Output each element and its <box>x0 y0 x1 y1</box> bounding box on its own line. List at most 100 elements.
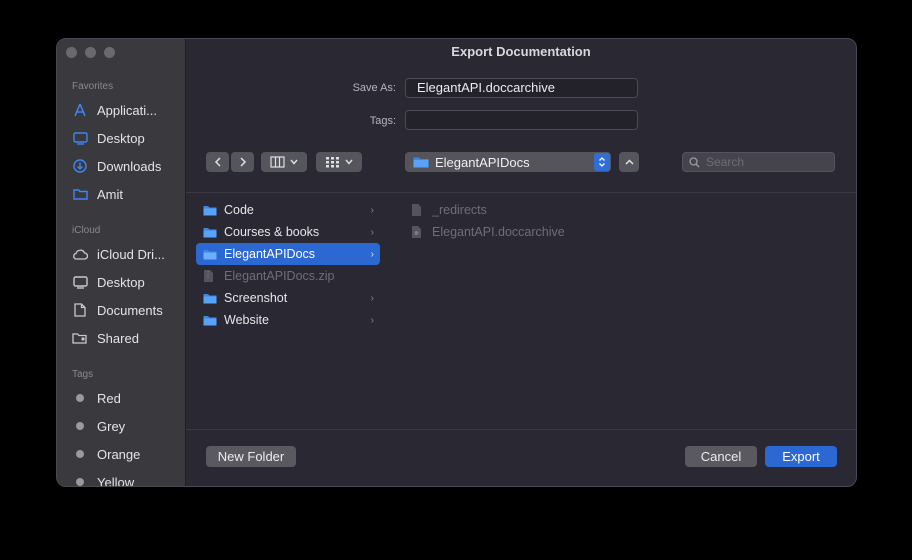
window-controls <box>66 47 115 58</box>
tags-heading: Tags <box>72 369 94 380</box>
group-by-button[interactable] <box>316 152 362 172</box>
expand-collapse-button[interactable] <box>619 152 639 172</box>
file-row-elegantapidocs[interactable]: ElegantAPIDocs › <box>196 243 380 265</box>
file-row-code[interactable]: Code › <box>196 199 380 221</box>
folder-icon <box>203 249 218 260</box>
sidebar-item-downloads[interactable]: Downloads <box>72 155 182 177</box>
file-name: Courses & books <box>224 225 320 239</box>
chevron-up-icon <box>624 159 634 165</box>
browser-column-2: _redirects ElegantAPI.doccarchive <box>404 199 624 243</box>
search-field[interactable]: Search <box>682 152 835 172</box>
zoom-window-button[interactable] <box>104 47 115 58</box>
sidebar-item-documents[interactable]: Documents <box>72 299 182 321</box>
sidebar-tag-yellow[interactable]: Yellow <box>72 471 182 486</box>
tag-dot-icon <box>72 478 88 486</box>
tags-label: Tags: <box>369 115 396 127</box>
document-icon <box>72 303 88 317</box>
sidebar-item-label: Desktop <box>97 274 145 290</box>
toolbar-divider <box>186 192 856 193</box>
view-mode-button[interactable] <box>261 152 307 172</box>
sidebar-item-label: iCloud Dri... <box>97 246 165 262</box>
sidebar: Favorites Applicati... Desktop Downloads… <box>57 39 186 486</box>
file-name: ElegantAPI.doccarchive <box>432 225 565 239</box>
sidebar-item-applications[interactable]: Applicati... <box>72 99 182 121</box>
file-row-redirects[interactable]: _redirects <box>404 199 624 221</box>
folder-icon <box>203 315 218 326</box>
grid-icon <box>325 156 339 167</box>
browser-column-1: Code › Courses & books › ElegantAPIDocs … <box>196 199 380 331</box>
chevron-left-icon <box>214 157 221 167</box>
file-row-zip[interactable]: ElegantAPIDocs.zip <box>196 265 380 287</box>
downloads-icon <box>72 159 88 173</box>
sidebar-item-label: Amit <box>97 186 123 202</box>
sidebar-item-label: Shared <box>97 330 139 346</box>
window-title: Export Documentation <box>451 44 591 59</box>
main-pane: Export Documentation Save As: ElegantAPI… <box>186 39 856 486</box>
tags-field[interactable] <box>405 110 638 130</box>
search-icon <box>689 156 700 167</box>
desktop-icon <box>72 275 88 289</box>
chevron-right-icon <box>239 157 246 167</box>
location-label: ElegantAPIDocs <box>435 154 530 170</box>
file-row-courses[interactable]: Courses & books › <box>196 221 380 243</box>
export-dialog: Favorites Applicati... Desktop Downloads… <box>56 38 857 487</box>
up-down-arrows-icon <box>594 153 610 171</box>
back-forward-control <box>206 152 254 172</box>
tag-dot-icon <box>72 450 88 458</box>
folder-icon <box>413 157 429 168</box>
zip-file-icon <box>203 269 218 283</box>
chevron-down-icon <box>290 159 298 165</box>
file-row-screenshot[interactable]: Screenshot › <box>196 287 380 309</box>
sidebar-item-label: Documents <box>97 302 163 318</box>
archive-document-icon <box>411 225 426 239</box>
sidebar-item-label: Red <box>97 390 121 406</box>
applications-icon <box>72 103 88 117</box>
new-folder-button[interactable]: New Folder <box>206 446 296 467</box>
close-window-button[interactable] <box>66 47 77 58</box>
file-name: Code <box>224 203 254 217</box>
chevron-right-icon: › <box>370 292 374 304</box>
desktop-icon <box>72 131 88 145</box>
sidebar-item-amit[interactable]: Amit <box>72 183 182 205</box>
cloud-icon <box>72 249 88 260</box>
back-button[interactable] <box>206 152 229 172</box>
cancel-button[interactable]: Cancel <box>685 446 757 467</box>
sidebar-item-label: Downloads <box>97 158 162 174</box>
file-row-doccarchive[interactable]: ElegantAPI.doccarchive <box>404 221 624 243</box>
file-name: _redirects <box>432 203 487 217</box>
sidebar-item-label: Orange <box>97 446 141 462</box>
sidebar-item-icloud-desktop[interactable]: Desktop <box>72 271 182 293</box>
shared-folder-icon <box>72 332 88 344</box>
chevron-right-icon: › <box>370 314 374 326</box>
sidebar-tag-grey[interactable]: Grey <box>72 415 182 437</box>
file-row-website[interactable]: Website › <box>196 309 380 331</box>
sidebar-item-label: Desktop <box>97 130 145 146</box>
search-placeholder: Search <box>706 155 745 169</box>
sidebar-tag-red[interactable]: Red <box>72 387 182 409</box>
folder-icon <box>203 205 218 216</box>
chevron-right-icon: › <box>370 204 374 216</box>
save-as-field[interactable]: ElegantAPI.doccarchive <box>405 78 638 98</box>
file-name: Screenshot <box>224 291 288 305</box>
save-as-label: Save As: <box>352 82 396 94</box>
folder-icon <box>203 293 218 304</box>
sidebar-item-label: Applicati... <box>97 102 157 118</box>
document-icon <box>411 203 426 217</box>
folder-icon <box>203 227 218 238</box>
file-name: ElegantAPIDocs <box>224 247 316 261</box>
chevron-down-icon <box>344 159 353 165</box>
sidebar-item-shared[interactable]: Shared <box>72 327 182 349</box>
icloud-heading: iCloud <box>72 225 101 236</box>
location-popup[interactable]: ElegantAPIDocs <box>405 152 611 172</box>
footer-divider <box>186 429 856 430</box>
sidebar-item-desktop[interactable]: Desktop <box>72 127 182 149</box>
tag-dot-icon <box>72 422 88 430</box>
sidebar-item-icloud-drive[interactable]: iCloud Dri... <box>72 243 182 265</box>
chevron-right-icon: › <box>370 248 374 260</box>
tag-dot-icon <box>72 394 88 402</box>
file-name: ElegantAPIDocs.zip <box>224 269 335 283</box>
minimize-window-button[interactable] <box>85 47 96 58</box>
sidebar-tag-orange[interactable]: Orange <box>72 443 182 465</box>
forward-button[interactable] <box>231 152 254 172</box>
export-button[interactable]: Export <box>765 446 837 467</box>
